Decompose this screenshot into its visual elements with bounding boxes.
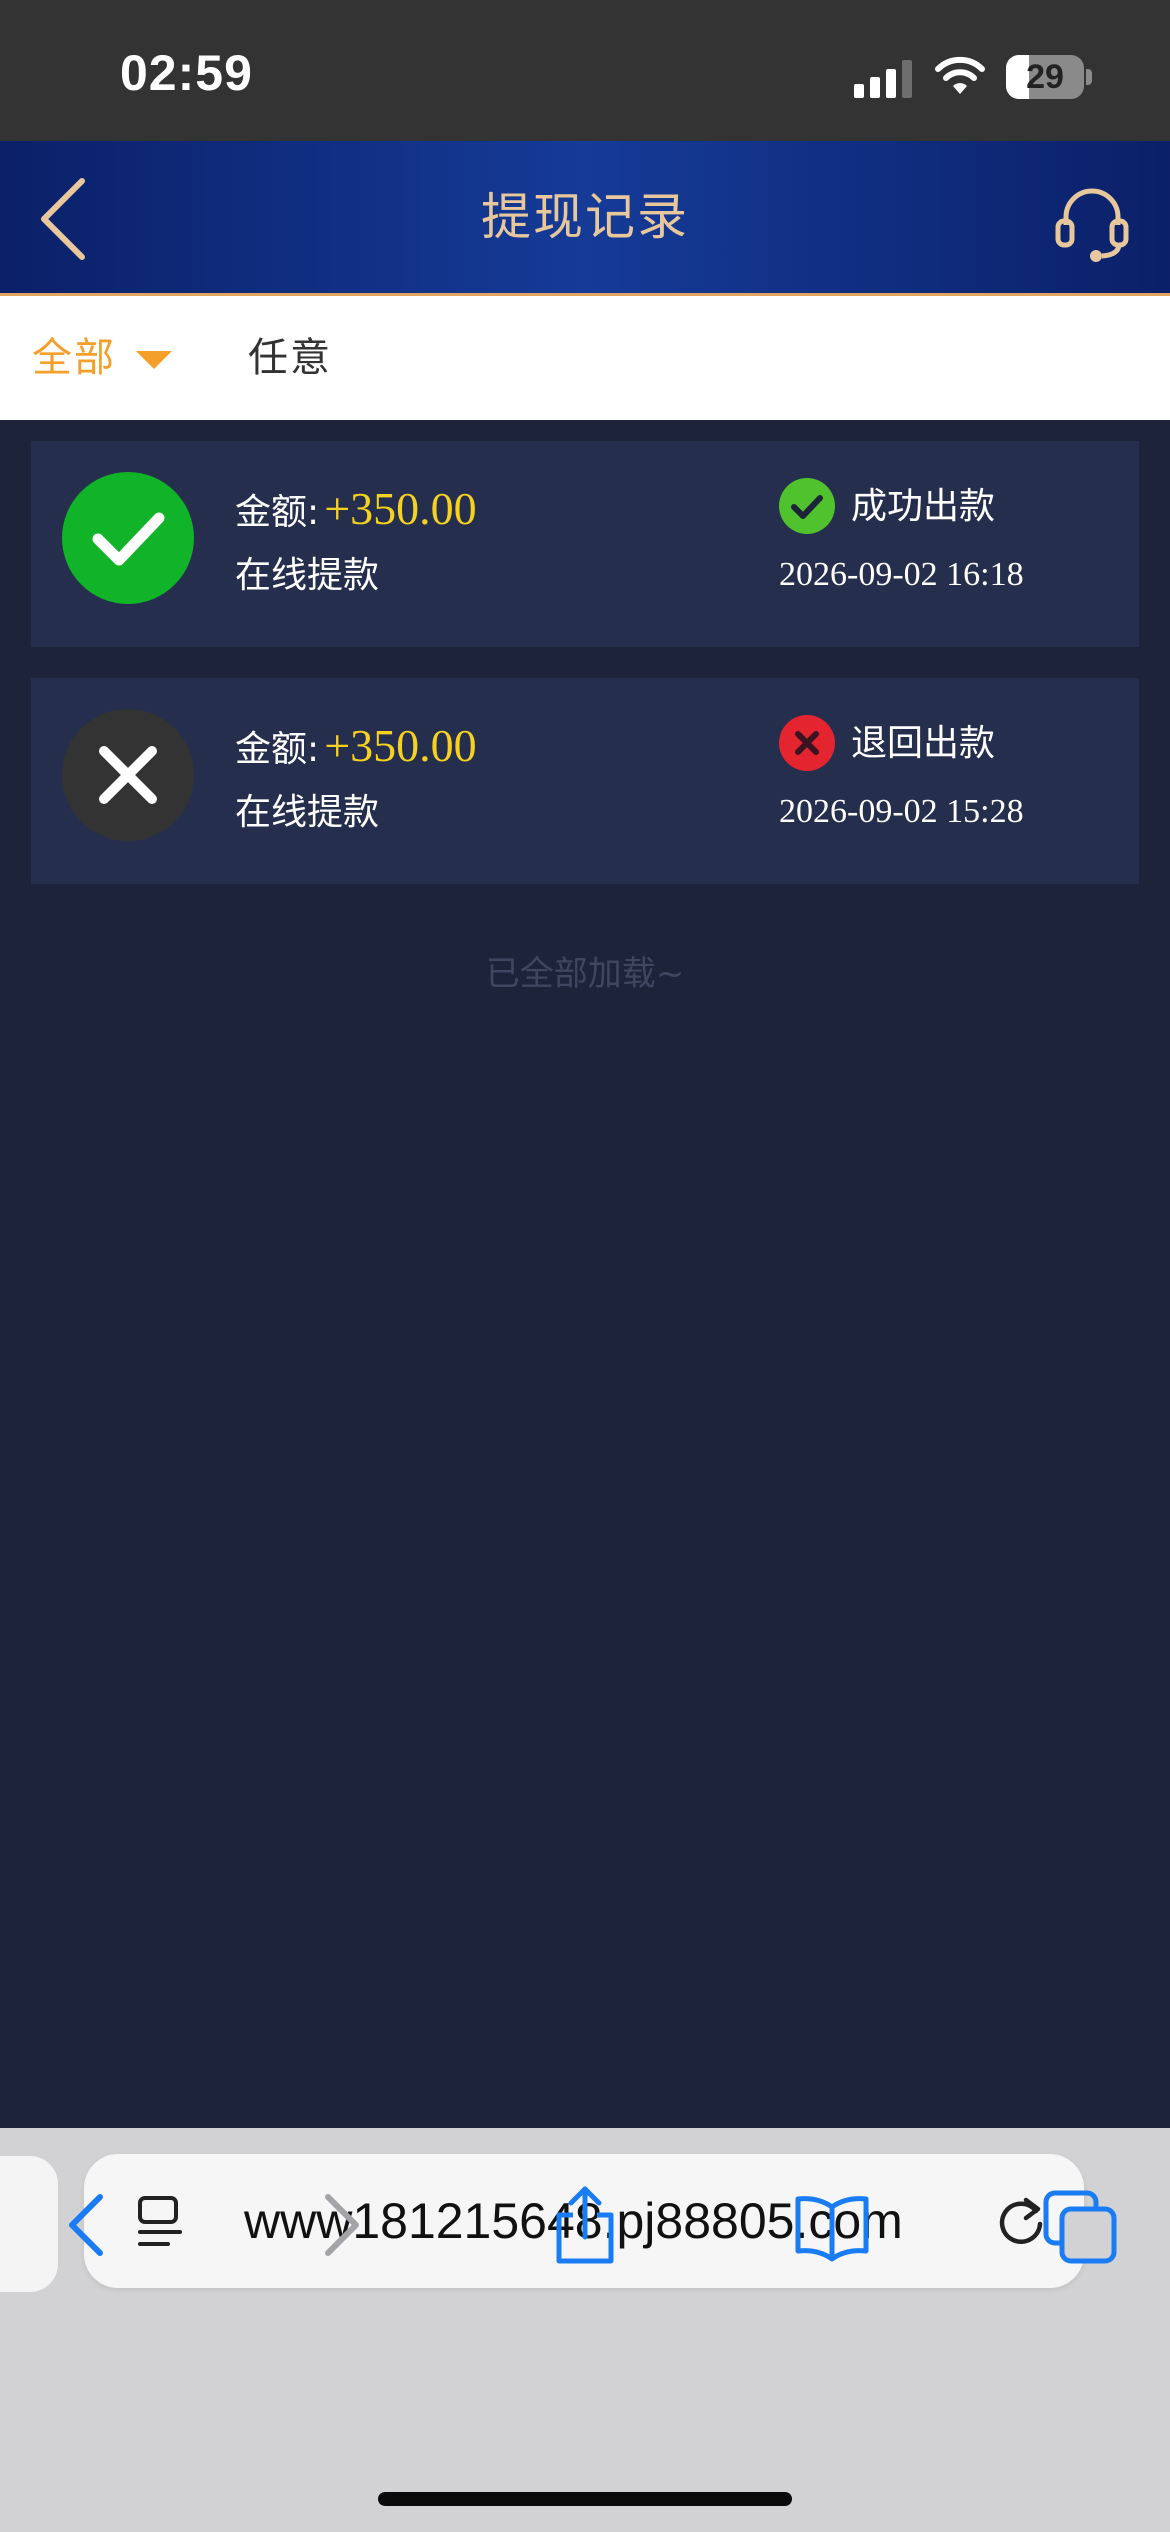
tabs-button[interactable]	[1040, 2185, 1120, 2265]
bookmarks-button[interactable]	[792, 2185, 872, 2265]
page-menu-icon[interactable]	[134, 2194, 190, 2250]
chevron-left-icon	[41, 178, 85, 260]
amount-label: 金额:	[235, 729, 320, 770]
book-icon	[795, 2196, 869, 2262]
battery-icon: 29	[1006, 55, 1092, 99]
record-date: 2026-09-02 15:28	[779, 793, 1024, 830]
withdrawal-record[interactable]: 金额: +350.00 在线提款 退回出款 2026-09-02 15:28	[31, 678, 1139, 884]
all-loaded-text: 已全部加载~	[485, 954, 685, 994]
caret-down-icon[interactable]	[136, 351, 172, 369]
battery-percent: 29	[1026, 58, 1064, 96]
amount-value: +350.00	[324, 483, 477, 534]
chevron-left-icon	[69, 2194, 103, 2256]
withdrawal-method: 在线提款	[235, 555, 380, 596]
record-date: 2026-09-02 16:18	[779, 556, 1024, 593]
chevron-right-icon	[325, 2194, 359, 2256]
filter-all-dropdown[interactable]: 全部	[32, 296, 116, 420]
status-text: 退回出款	[851, 723, 996, 764]
tabs-icon	[1043, 2190, 1117, 2264]
back-button[interactable]	[30, 171, 120, 261]
amount-line: 金额: +350.00	[235, 479, 477, 539]
failure-x-icon	[779, 715, 835, 771]
withdrawal-record[interactable]: 金额: +350.00 在线提款 成功出款 2026-09-02 16:18	[31, 441, 1139, 647]
amount-value: +350.00	[324, 720, 477, 771]
check-circle-icon	[62, 472, 194, 604]
headset-icon	[1055, 188, 1129, 262]
filter-bar: 全部 任意	[0, 296, 1170, 420]
amount-label: 金额:	[235, 492, 320, 533]
page-title: 提现记录	[481, 188, 689, 246]
browser-forward-button[interactable]	[300, 2185, 380, 2265]
home-indicator	[378, 2492, 792, 2506]
browser-back-button[interactable]	[48, 2185, 128, 2265]
withdrawal-method: 在线提款	[235, 792, 380, 833]
amount-line: 金额: +350.00	[235, 716, 477, 776]
status-time: 02:59	[120, 45, 253, 101]
share-button[interactable]	[545, 2185, 625, 2265]
share-icon	[556, 2186, 614, 2264]
app-header: 提现记录	[0, 141, 1170, 296]
success-check-icon	[779, 478, 835, 534]
wifi-icon	[935, 56, 985, 94]
customer-service-button[interactable]	[1052, 183, 1132, 263]
status-bar: 02:59 29	[0, 0, 1170, 141]
filter-any-option[interactable]: 任意	[248, 296, 332, 420]
status-text: 成功出款	[851, 486, 996, 527]
cellular-signal-icon	[854, 60, 912, 98]
x-circle-icon	[62, 709, 194, 841]
